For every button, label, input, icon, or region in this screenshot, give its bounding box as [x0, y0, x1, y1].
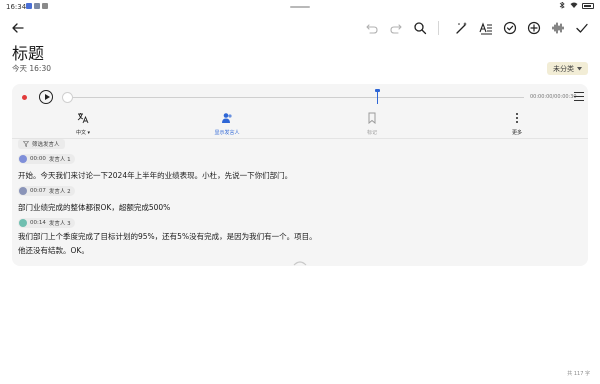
transcript-line[interactable]: 我们部门上个季度完成了目标计划的95%，还有5%没有完成，是因为我们有一个。项目…	[18, 231, 317, 242]
transcript-line[interactable]: 他还没有结款。OK。	[18, 245, 89, 256]
transcript-line[interactable]: 开始。今天我们来讨论一下2024年上半年的业绩表现。小杜，先说一下你们部门。	[18, 170, 292, 181]
notification-app-icon	[26, 3, 32, 9]
tab-show-speakers-label: 显示发言人	[214, 130, 240, 136]
undo-icon[interactable]	[362, 18, 382, 38]
transcript-tabbar: 中文 ▾ 显示发言人 标记 更多	[12, 112, 588, 136]
wifi-icon	[570, 2, 578, 8]
filter-speakers-button[interactable]: 筛选发言人	[18, 139, 65, 149]
back-arrow-icon[interactable]	[8, 18, 28, 38]
toolbar-separator	[438, 21, 439, 35]
speaker-avatar	[19, 219, 27, 227]
speaker-tag[interactable]: 00:14 发言人 3	[18, 218, 75, 228]
recording-card: 00:00:00/00:00:30 中文 ▾ 显示发言人 标记 更多 筛选发言人…	[12, 84, 588, 266]
text-format-icon[interactable]	[476, 18, 496, 38]
segment-time: 00:07	[30, 188, 46, 194]
tab-bookmark[interactable]: 标记	[352, 112, 392, 136]
speaker-avatar	[19, 155, 27, 163]
bookmark-icon	[368, 112, 376, 124]
category-label: 未分类	[553, 64, 574, 73]
notification-app-icon-2	[42, 3, 48, 9]
status-notification-icons	[26, 3, 48, 9]
search-icon[interactable]	[410, 18, 430, 38]
speaker-tag[interactable]: 00:00 发言人 1	[18, 154, 75, 164]
player-time: 00:00:00/00:00:30	[530, 94, 577, 100]
progress-knob[interactable]	[62, 92, 73, 103]
tab-bookmark-label: 标记	[366, 130, 377, 136]
speaker-name: 发言人 3	[48, 221, 71, 227]
tab-language-label: 中文 ▾	[75, 130, 91, 136]
category-dropdown[interactable]: 未分类	[547, 62, 588, 75]
audio-player: 00:00:00/00:00:30	[12, 89, 588, 104]
chevron-up-icon[interactable]	[290, 260, 310, 266]
filter-label: 筛选发言人	[32, 142, 60, 148]
speaker-avatar	[19, 187, 27, 195]
tab-more[interactable]: 更多	[497, 112, 537, 136]
filter-icon	[23, 141, 29, 147]
tab-language[interactable]: 中文 ▾	[63, 112, 103, 136]
tab-more-label: 更多	[511, 130, 522, 136]
top-toolbar	[0, 18, 600, 40]
speaker-tag[interactable]: 00:07 发言人 2	[18, 186, 75, 196]
status-right-icons	[558, 2, 594, 9]
segment-time: 00:14	[30, 220, 46, 226]
speakers-icon	[222, 113, 232, 123]
bluetooth-icon	[559, 2, 565, 9]
list-menu-icon[interactable]	[574, 92, 584, 101]
check-circle-icon[interactable]	[500, 18, 520, 38]
segment-time: 00:00	[30, 156, 46, 162]
status-bar: 16:34	[0, 0, 600, 14]
check-icon[interactable]	[572, 18, 592, 38]
play-button[interactable]	[39, 90, 53, 104]
redo-icon[interactable]	[386, 18, 406, 38]
tab-show-speakers[interactable]: 显示发言人	[207, 112, 247, 136]
speaker-name: 发言人 1	[48, 157, 71, 163]
notification-image-icon	[34, 3, 40, 9]
plus-circle-icon[interactable]	[524, 18, 544, 38]
note-time: 今天 16:30	[12, 64, 51, 73]
chevron-down-icon	[577, 66, 582, 70]
speaker-name: 发言人 2	[48, 189, 71, 195]
waveform-icon[interactable]	[548, 18, 568, 38]
status-time: 16:34	[6, 3, 27, 11]
translate-icon	[77, 113, 89, 124]
note-title[interactable]: 标题	[12, 40, 44, 64]
magic-wand-icon[interactable]	[452, 18, 472, 38]
progress-track[interactable]	[64, 97, 524, 98]
battery-icon	[582, 2, 594, 9]
record-dot-icon[interactable]	[22, 95, 27, 100]
word-count: 共 117 字	[567, 371, 590, 377]
more-vertical-icon	[516, 113, 518, 123]
bookmark-marker[interactable]	[374, 89, 380, 104]
top-drag-handle[interactable]	[290, 6, 310, 8]
transcript-line[interactable]: 部门业绩完成的整体都很OK，超额完成500%	[18, 202, 170, 213]
tab-divider	[12, 138, 588, 139]
